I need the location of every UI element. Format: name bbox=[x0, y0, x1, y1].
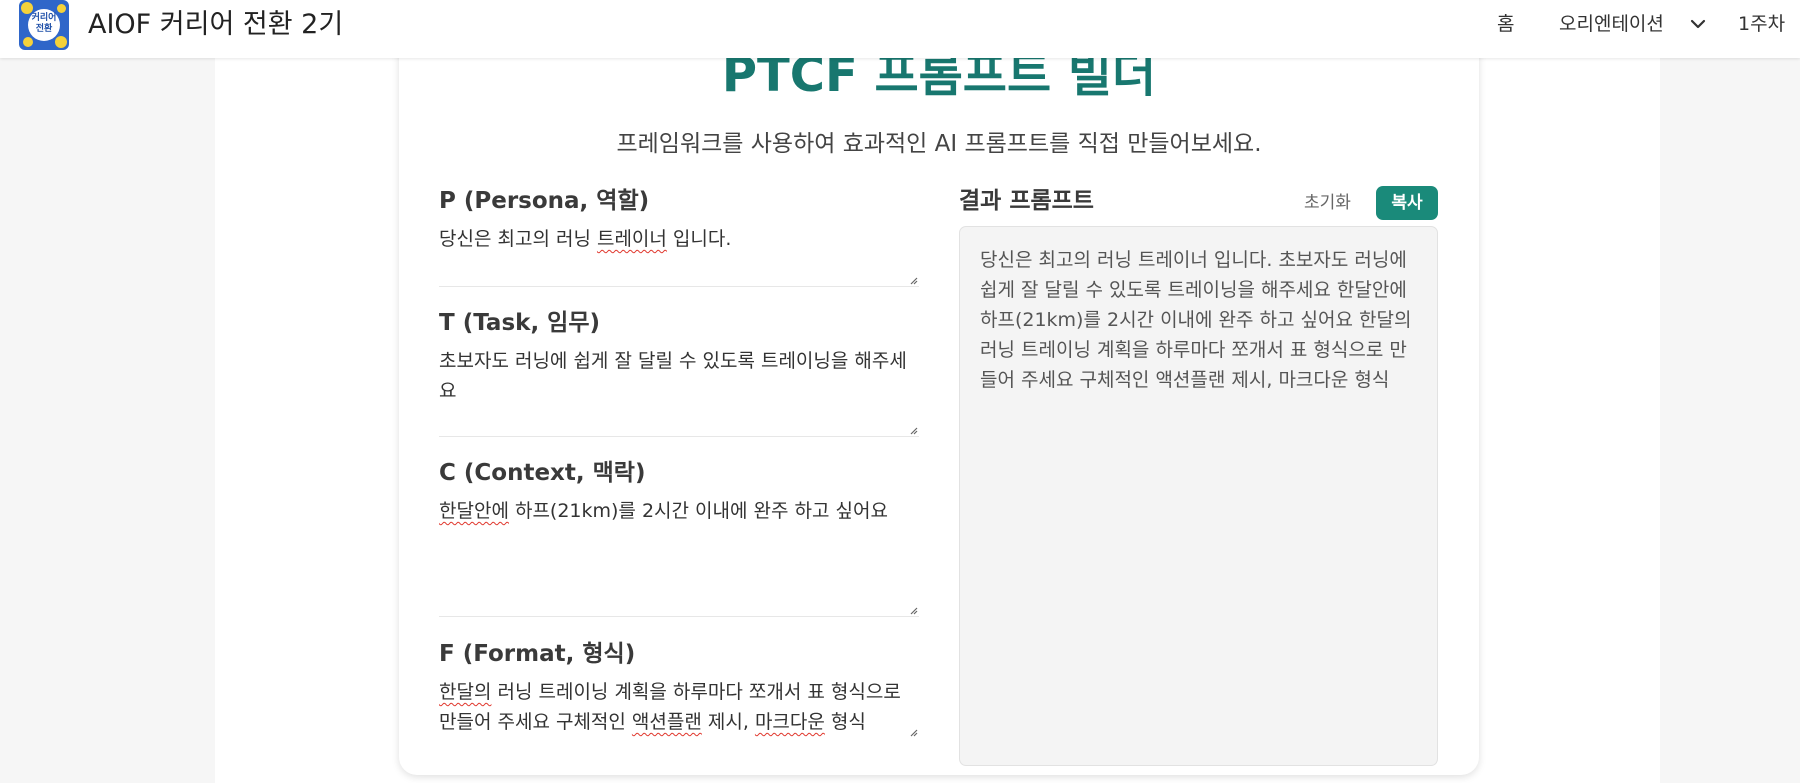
page-subtitle: 프레임워크를 사용하여 효과적인 AI 프롬프트를 직접 만들어보세요. bbox=[616, 131, 1262, 157]
chevron-down-icon[interactable] bbox=[1689, 15, 1707, 33]
copy-button[interactable]: 복사 bbox=[1376, 186, 1438, 220]
result-prompt-output[interactable]: 당신은 최고의 러닝 트레이너 입니다. 초보자도 러닝에 쉽게 잘 달릴 수 … bbox=[959, 226, 1438, 766]
result-prompt-label: 결과 프롬프트 bbox=[959, 188, 1094, 214]
field-divider bbox=[439, 616, 919, 617]
prompt-builder-card: PTCF 프롬프트 빌더 프레임워크를 사용하여 효과적인 AI 프롬프트를 직… bbox=[399, 30, 1479, 775]
resize-handle-icon[interactable] bbox=[908, 727, 918, 737]
field-divider bbox=[439, 436, 919, 437]
resize-handle-icon[interactable] bbox=[908, 605, 918, 615]
page-gutter-right bbox=[1660, 58, 1800, 783]
format-field-label: F (Format, 형식) bbox=[439, 641, 636, 667]
logo-sun-decoration bbox=[55, 36, 67, 48]
persona-textarea[interactable]: 당신은 최고의 러닝 트레이너 입니다. bbox=[439, 224, 919, 284]
context-textarea[interactable]: 한달안에 하프(21km)를 2시간 이내에 완주 하고 싶어요 bbox=[439, 496, 919, 616]
format-textarea[interactable]: 한달의 러닝 트레이닝 계획을 하루마다 쪼개서 표 형식으로 만들어 주세요 … bbox=[439, 677, 919, 739]
context-field-label: C (Context, 맥락) bbox=[439, 460, 646, 486]
persona-field-label: P (Persona, 역할) bbox=[439, 188, 650, 214]
page-gutter-left bbox=[0, 58, 215, 783]
nav-orientation-link[interactable]: 오리엔테이션 bbox=[1559, 11, 1664, 37]
nav-home-link[interactable]: 홈 bbox=[1497, 11, 1514, 37]
site-logo[interactable]: 커리어 전환 bbox=[19, 0, 69, 50]
field-divider bbox=[439, 286, 919, 287]
logo-sun-decoration bbox=[23, 37, 33, 47]
site-title[interactable]: AIOF 커리어 전환 2기 bbox=[88, 8, 343, 42]
logo-text: 커리어 전환 bbox=[31, 13, 57, 34]
reset-button[interactable]: 초기화 bbox=[1304, 189, 1351, 217]
task-textarea[interactable]: 초보자도 러닝에 쉽게 잘 달릴 수 있도록 트레이닝을 해주세요 bbox=[439, 346, 919, 434]
nav-week1-link[interactable]: 1주차 bbox=[1738, 11, 1785, 37]
task-field-label: T (Task, 임무) bbox=[439, 310, 601, 336]
resize-handle-icon[interactable] bbox=[908, 425, 918, 435]
resize-handle-icon[interactable] bbox=[908, 275, 918, 285]
logo-sun-decoration bbox=[57, 4, 66, 13]
top-navigation-bar: 커리어 전환 AIOF 커리어 전환 2기 홈 오리엔테이션 1주차 bbox=[0, 0, 1800, 58]
